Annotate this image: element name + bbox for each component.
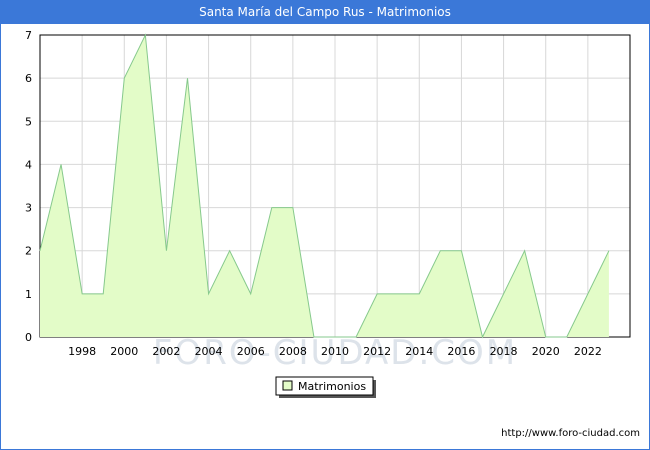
series-layer [39,33,610,339]
x-tick-label: 2022 [574,345,602,358]
x-tick-label: 2008 [279,345,307,358]
y-tick-label: 4 [25,158,32,171]
y-tick-label: 6 [25,72,32,85]
x-tick-label: 2006 [237,345,265,358]
x-tick-label: 2012 [363,345,391,358]
y-axis-ticks: 0 1 2 3 4 5 6 7 [25,29,32,344]
x-tick-label: 2018 [490,345,518,358]
legend-label: Matrimonios [298,380,366,393]
x-tick-label: 2014 [405,345,433,358]
x-axis-ticks: 1998 2000 2002 2004 2006 2008 2010 2012 2014 2016… [68,345,602,358]
y-tick-label: 5 [25,115,32,128]
x-tick-label: 1998 [68,345,96,358]
x-tick-label: 2016 [447,345,475,358]
legend: Matrimonios [275,376,376,398]
y-tick-label: 2 [25,245,32,258]
series-area-matrimonios [40,35,609,337]
y-tick-label: 1 [25,288,32,301]
x-tick-label: 2020 [532,345,560,358]
y-tick-label: 3 [25,202,32,215]
x-tick-label: 2000 [110,345,138,358]
x-tick-label: 2010 [321,345,349,358]
y-tick-label: 7 [25,29,32,42]
legend-swatch [282,380,293,391]
source-link[interactable]: http://www.foro-ciudad.com [501,428,640,439]
matrimonios-chart: FORO-CIUDAD.COM 1998 2000 2002 2004 2006 2008… [25,29,631,398]
x-tick-label: 2002 [152,345,180,358]
x-tick-label: 2004 [195,345,223,358]
y-tick-label: 0 [25,331,32,344]
